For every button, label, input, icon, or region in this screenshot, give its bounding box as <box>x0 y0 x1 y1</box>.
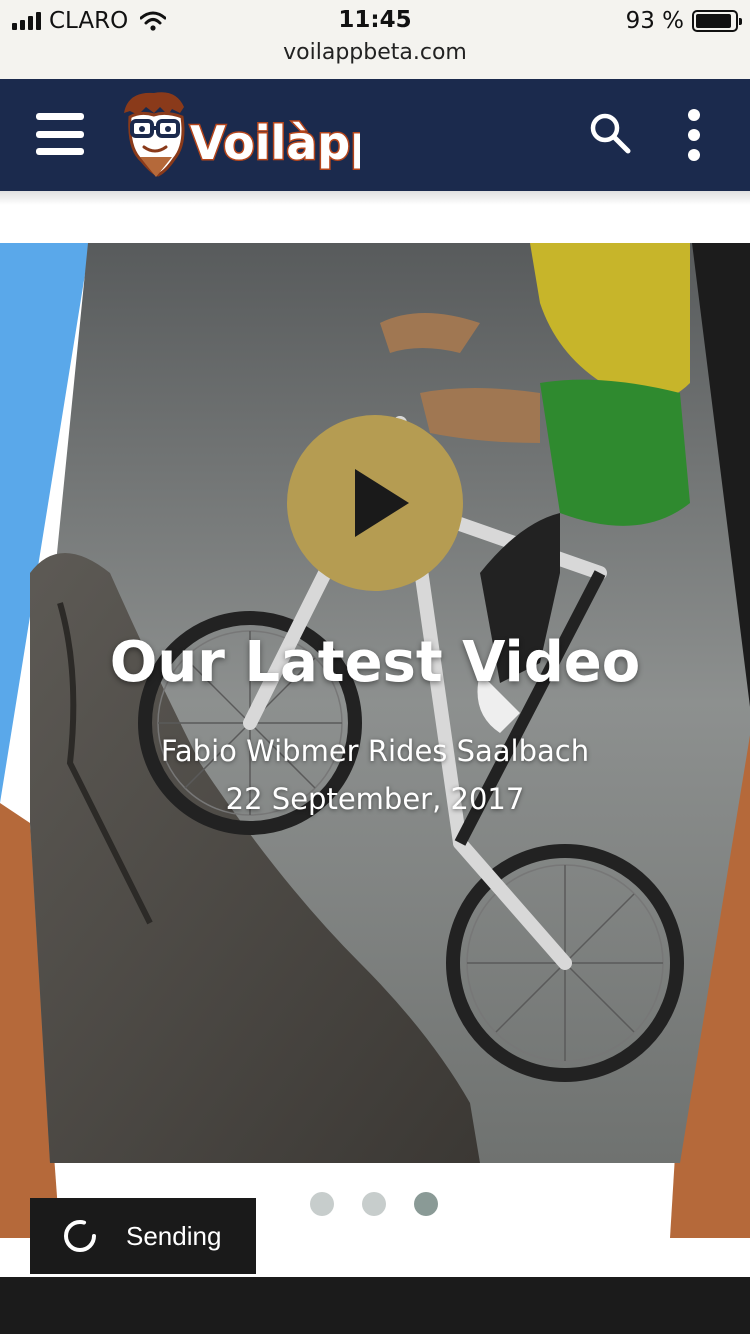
carousel-dot-1[interactable] <box>310 1192 334 1216</box>
video-date: 22 September, 2017 <box>225 782 525 816</box>
video-title[interactable]: Fabio Wibmer Rides Saalbach <box>0 734 750 768</box>
play-icon <box>355 469 409 537</box>
battery-percent: 93 % <box>625 8 684 34</box>
more-vertical-icon[interactable] <box>680 109 708 161</box>
hamburger-icon[interactable] <box>36 113 84 155</box>
footer-bar <box>0 1277 750 1334</box>
status-right: 93 % <box>625 8 742 34</box>
carousel-dot-3[interactable] <box>414 1192 438 1216</box>
carousel-dot-2[interactable] <box>362 1192 386 1216</box>
hero-title: Our Latest Video <box>109 630 641 695</box>
carousel-dots <box>310 1192 438 1216</box>
sending-toast: Sending <box>30 1198 256 1274</box>
search-icon[interactable] <box>588 111 632 155</box>
video-thumbnail[interactable] <box>0 243 750 1163</box>
app-header: Voilàpp <box>0 79 750 191</box>
header-shadow <box>0 191 750 205</box>
logo-wordmark: Voilàpp <box>190 116 360 170</box>
address-bar-url[interactable]: voilappbeta.com <box>0 40 750 65</box>
voilapp-logo[interactable]: Voilàpp <box>120 87 360 185</box>
toast-label: Sending <box>126 1220 222 1251</box>
play-button[interactable] <box>287 415 463 591</box>
battery-icon <box>692 10 742 32</box>
status-bar: CLARO 11:45 93 % voilappbeta.com <box>0 0 750 79</box>
spinner-icon <box>64 1220 96 1252</box>
